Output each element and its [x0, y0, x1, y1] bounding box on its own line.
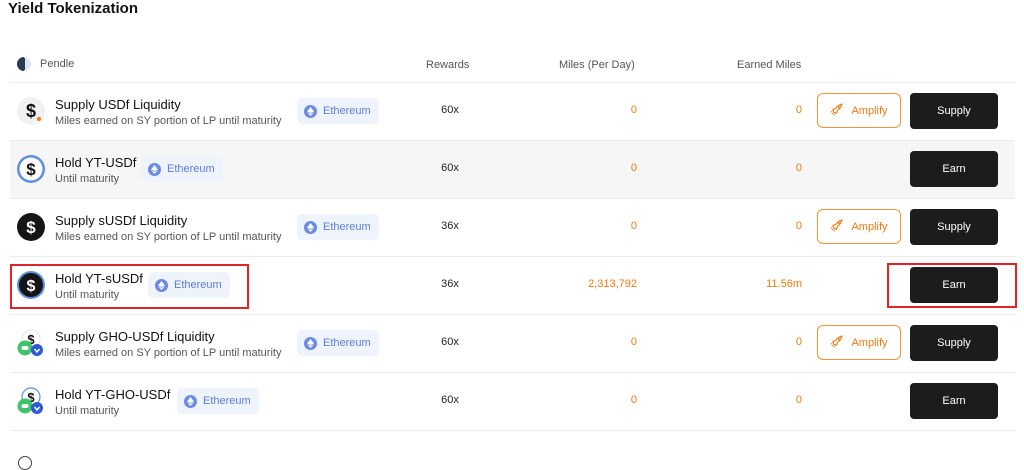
- row-subtitle: Until maturity: [55, 173, 120, 185]
- usdf-icon: $: [16, 96, 46, 126]
- earned-miles-value: 0: [795, 394, 802, 406]
- chain-label: Ethereum: [323, 337, 371, 349]
- row-subtitle: Miles earned on SY portion of LP until m…: [55, 347, 282, 359]
- row-name: Supply sUSDf Liquidity: [55, 213, 188, 228]
- amplify-button[interactable]: Amplify: [817, 93, 901, 128]
- rocket-icon: [830, 218, 844, 235]
- ethereum-icon: [184, 394, 197, 408]
- highlight-box-earn: [887, 263, 1017, 308]
- supply-button[interactable]: Supply: [910, 209, 998, 245]
- row-subtitle: Until maturity: [55, 405, 120, 417]
- yt-usdf-icon: $: [16, 154, 46, 184]
- supply-button[interactable]: Supply: [910, 93, 998, 129]
- earned-miles-value: 11.56m: [766, 278, 802, 290]
- chain-badge: Ethereum: [297, 214, 379, 240]
- svg-text:$: $: [26, 218, 36, 237]
- chain-badge: Ethereum: [297, 98, 379, 124]
- table-row: $ Supply sUSDf Liquidity Miles earned on…: [10, 199, 1015, 257]
- rewards-value: 60x: [441, 104, 459, 116]
- row-name: Supply GHO-USDf Liquidity: [55, 329, 215, 344]
- rocket-icon: [830, 102, 844, 119]
- ethereum-icon: [148, 162, 161, 176]
- pendle-logo-icon: [16, 56, 32, 72]
- protocol-label: Pendle: [16, 56, 74, 72]
- miles-per-day-value: 0: [630, 394, 637, 406]
- chain-label: Ethereum: [323, 105, 371, 117]
- chain-badge: Ethereum: [141, 156, 223, 182]
- header-rewards: Rewards: [426, 59, 470, 71]
- chain-label: Ethereum: [323, 221, 371, 233]
- amplify-button[interactable]: Amplify: [817, 209, 901, 244]
- rewards-value: 60x: [441, 336, 459, 348]
- earned-miles-value: 0: [795, 104, 802, 116]
- page-title: Yield Tokenization: [8, 0, 139, 17]
- table-row: $ Supply USDf Liquidity Miles earned on …: [10, 83, 1015, 141]
- header-miles-per-day: Miles (Per Day): [559, 59, 635, 71]
- ethereum-icon: [304, 336, 317, 350]
- rocket-icon: [830, 334, 844, 351]
- chain-badge: Ethereum: [177, 388, 259, 414]
- chain-badge: Ethereum: [297, 330, 379, 356]
- chain-label: Ethereum: [167, 163, 215, 175]
- miles-per-day-value: 2,313,792: [588, 278, 637, 290]
- highlight-box-token: [10, 264, 249, 309]
- table-row: $ Hold YT-GHO-USDf Until maturity Ethere…: [10, 373, 1015, 431]
- svg-text:$: $: [26, 160, 36, 179]
- table-header: Pendle Rewards Miles (Per Day) Earned Mi…: [10, 50, 1015, 83]
- amplify-label: Amplify: [851, 104, 888, 117]
- ethereum-icon: [304, 104, 317, 118]
- row-name: Supply USDf Liquidity: [55, 97, 181, 112]
- gho-usdf-icon: $: [16, 328, 46, 358]
- ethereum-icon: [304, 220, 317, 234]
- table-row: $ Supply GHO-USDf Liquidity Miles earned…: [10, 315, 1015, 373]
- earn-button[interactable]: Earn: [910, 383, 998, 419]
- amplify-button[interactable]: Amplify: [817, 325, 901, 360]
- partial-logo-icon: [18, 456, 32, 470]
- row-name: Hold YT-USDf: [55, 155, 137, 170]
- rewards-value: 36x: [441, 220, 459, 232]
- rewards-value: 36x: [441, 278, 459, 290]
- earned-miles-value: 0: [795, 162, 802, 174]
- svg-text:$: $: [26, 101, 36, 121]
- table-row: $ Hold YT-USDf Until maturity Ethereum 6…: [10, 141, 1015, 199]
- earn-button[interactable]: Earn: [910, 151, 998, 187]
- miles-per-day-value: 0: [630, 336, 637, 348]
- susdf-icon: $: [16, 212, 46, 242]
- chain-label: Ethereum: [203, 395, 251, 407]
- protocol-name: Pendle: [40, 58, 75, 70]
- miles-per-day-value: 0: [630, 162, 637, 174]
- rewards-value: 60x: [441, 394, 459, 406]
- row-subtitle: Miles earned on SY portion of LP until m…: [55, 115, 282, 127]
- amplify-label: Amplify: [851, 336, 888, 349]
- header-earned-miles: Earned Miles: [737, 59, 802, 71]
- miles-per-day-value: 0: [630, 104, 637, 116]
- earned-miles-value: 0: [795, 336, 802, 348]
- miles-per-day-value: 0: [630, 220, 637, 232]
- yt-gho-usdf-icon: $: [16, 386, 46, 416]
- rewards-value: 60x: [441, 162, 459, 174]
- supply-button[interactable]: Supply: [910, 325, 998, 361]
- amplify-label: Amplify: [851, 220, 888, 233]
- row-name: Hold YT-GHO-USDf: [55, 387, 171, 402]
- earned-miles-value: 0: [795, 220, 802, 232]
- row-subtitle: Miles earned on SY portion of LP until m…: [55, 231, 282, 243]
